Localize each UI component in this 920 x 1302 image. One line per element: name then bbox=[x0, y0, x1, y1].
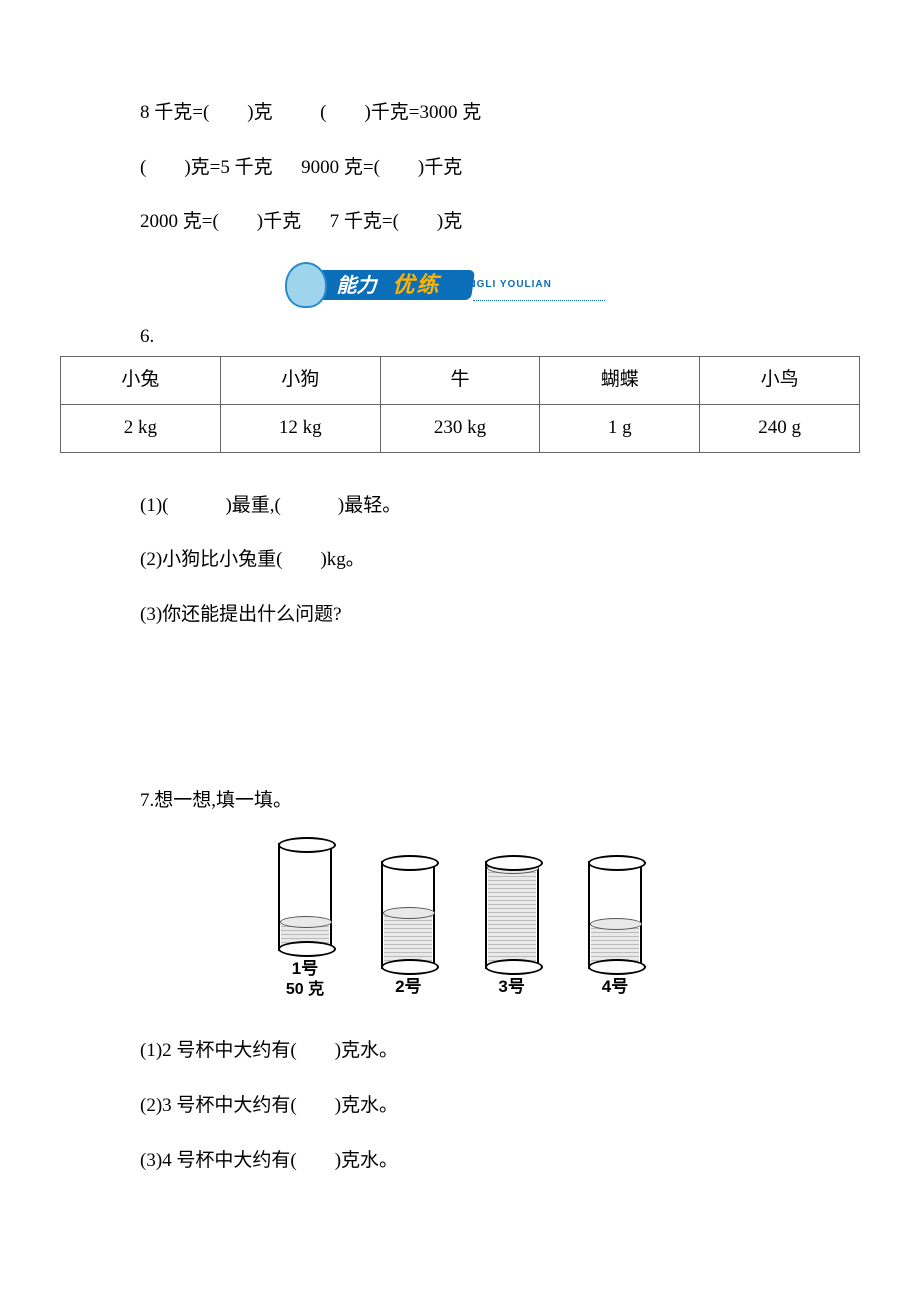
table-row-values: 2 kg 12 kg 230 kg 1 g 240 g bbox=[61, 404, 860, 452]
conv-1b: ( )千克=3000 克 bbox=[320, 102, 481, 123]
q6-number: 6. bbox=[60, 324, 860, 351]
td-cow: 230 kg bbox=[380, 404, 540, 452]
th-butterfly: 蝴蝶 bbox=[540, 357, 700, 405]
banner-pinyin: NENGLI YOULIAN bbox=[453, 278, 552, 292]
cup-4-label: 4号 bbox=[580, 975, 650, 999]
td-rabbit: 2 kg bbox=[61, 404, 221, 452]
cup-1-label: 1号 bbox=[270, 957, 340, 981]
conversion-block: 8 千克=( )克 ( )千克=3000 克 ( )克=5 千克 9000 克=… bbox=[60, 100, 860, 236]
q6-sub1: (1)( )最重,( )最轻。 bbox=[140, 493, 860, 520]
cup-4: 4号 bbox=[580, 861, 650, 999]
table-row-header: 小兔 小狗 牛 蝴蝶 小鸟 bbox=[61, 357, 860, 405]
banner-text-1: 能力 bbox=[337, 272, 377, 300]
conversion-line-1: 8 千克=( )克 ( )千克=3000 克 bbox=[140, 100, 860, 127]
cup-3-label: 3号 bbox=[477, 975, 547, 999]
conversion-line-2: ( )克=5 千克 9000 克=( )千克 bbox=[140, 155, 860, 182]
cup-1: 1号 50 克 bbox=[270, 843, 340, 998]
worksheet-page: 8 千克=( )克 ( )千克=3000 克 ( )克=5 千克 9000 克=… bbox=[0, 0, 920, 1262]
cup-1-drawing bbox=[278, 843, 332, 951]
q7-title: 7.想一想,填一填。 bbox=[60, 788, 860, 815]
th-cow: 牛 bbox=[380, 357, 540, 405]
td-dog: 12 kg bbox=[220, 404, 380, 452]
conv-2a: ( )克=5 千克 bbox=[140, 157, 273, 178]
banner-underline bbox=[473, 298, 605, 301]
cup-2-drawing bbox=[381, 861, 435, 969]
conv-3b: 7 千克=( )克 bbox=[330, 211, 463, 232]
cup-2: 2号 bbox=[373, 861, 443, 999]
animal-mass-table: 小兔 小狗 牛 蝴蝶 小鸟 2 kg 12 kg 230 kg 1 g 240 … bbox=[60, 356, 860, 452]
conv-2b: 9000 克=( )千克 bbox=[301, 157, 462, 178]
section-banner: 能力 优练 NENGLI YOULIAN bbox=[303, 264, 618, 304]
cups-row: 1号 50 克 2号 bbox=[270, 843, 650, 998]
conv-1a: 8 千克=( )克 bbox=[140, 102, 273, 123]
conversion-line-3: 2000 克=( )千克 7 千克=( )克 bbox=[140, 209, 860, 236]
q7-subquestions: (1)2 号杯中大约有( )克水。 (2)3 号杯中大约有( )克水。 (3)4… bbox=[60, 1038, 860, 1174]
cups-figure: 1号 50 克 2号 bbox=[270, 843, 650, 998]
th-rabbit: 小兔 bbox=[61, 357, 221, 405]
th-bird: 小鸟 bbox=[700, 357, 860, 405]
q7-sub1: (1)2 号杯中大约有( )克水。 bbox=[140, 1038, 860, 1065]
cup-3: 3号 bbox=[477, 861, 547, 999]
q7-sub2: (2)3 号杯中大约有( )克水。 bbox=[140, 1093, 860, 1120]
q6-sub3: (3)你还能提出什么问题? bbox=[140, 602, 860, 629]
banner-bg bbox=[300, 270, 474, 300]
conv-3a: 2000 克=( )千克 bbox=[140, 211, 301, 232]
td-bird: 240 g bbox=[700, 404, 860, 452]
q6-sub2: (2)小狗比小兔重( )kg。 bbox=[140, 547, 860, 574]
th-dog: 小狗 bbox=[220, 357, 380, 405]
cup-1-sub: 50 克 bbox=[270, 981, 340, 999]
td-butterfly: 1 g bbox=[540, 404, 700, 452]
banner-text-2: 优练 bbox=[393, 270, 441, 301]
cup-3-drawing bbox=[485, 861, 539, 969]
banner-mascot-icon bbox=[285, 262, 327, 308]
q6-subquestions: (1)( )最重,( )最轻。 (2)小狗比小兔重( )kg。 (3)你还能提出… bbox=[60, 493, 860, 629]
cup-4-drawing bbox=[588, 861, 642, 969]
q7-sub3: (3)4 号杯中大约有( )克水。 bbox=[140, 1148, 860, 1175]
cup-2-label: 2号 bbox=[373, 975, 443, 999]
